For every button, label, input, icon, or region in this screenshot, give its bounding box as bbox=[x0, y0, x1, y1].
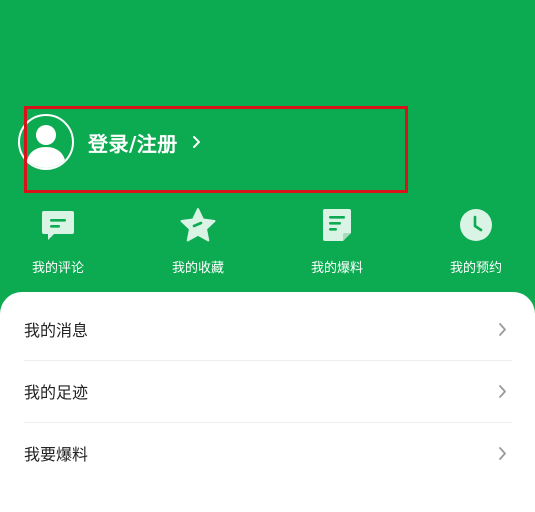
quick-action-favorites[interactable]: 我的收藏 bbox=[148, 206, 248, 276]
quick-action-label: 我的爆料 bbox=[310, 261, 363, 276]
clock-icon bbox=[457, 206, 495, 244]
login-register-label[interactable]: 登录/注册 bbox=[88, 128, 178, 157]
menu-item-label: 我的消息 bbox=[24, 321, 89, 340]
quick-action-label: 我的评论 bbox=[31, 261, 84, 276]
quick-action-label: 我的收藏 bbox=[171, 261, 224, 276]
menu-item-submit-tip[interactable]: 我要爆料 bbox=[24, 422, 512, 484]
star-icon bbox=[179, 206, 217, 244]
menu-item-messages[interactable]: 我的消息 bbox=[24, 298, 512, 361]
quick-actions-row: 我的评论 我的收藏 我的爆料 我的预约 bbox=[0, 206, 535, 276]
user-avatar-icon[interactable] bbox=[18, 114, 74, 170]
menu-panel: 我的消息 我的足迹 我要爆料 bbox=[0, 292, 535, 512]
chevron-right-icon bbox=[498, 383, 508, 399]
menu-item-label: 我要爆料 bbox=[24, 445, 89, 464]
quick-action-submissions[interactable]: 我的爆料 bbox=[287, 206, 387, 276]
document-icon bbox=[318, 206, 356, 244]
profile-header: 登录/注册 我的评论 我的收藏 我的爆料 我的预约 bbox=[0, 0, 535, 310]
chevron-right-icon[interactable] bbox=[192, 135, 204, 149]
quick-action-label: 我的预约 bbox=[449, 261, 502, 276]
menu-item-label: 我的足迹 bbox=[24, 383, 89, 402]
chevron-right-icon bbox=[498, 445, 508, 461]
quick-action-reservations[interactable]: 我的预约 bbox=[426, 206, 526, 276]
chevron-right-icon bbox=[498, 321, 508, 337]
comment-icon bbox=[39, 206, 77, 244]
menu-item-footprints[interactable]: 我的足迹 bbox=[24, 360, 512, 423]
quick-action-comments[interactable]: 我的评论 bbox=[8, 206, 108, 276]
login-register-entry[interactable]: 登录/注册 bbox=[18, 113, 204, 171]
